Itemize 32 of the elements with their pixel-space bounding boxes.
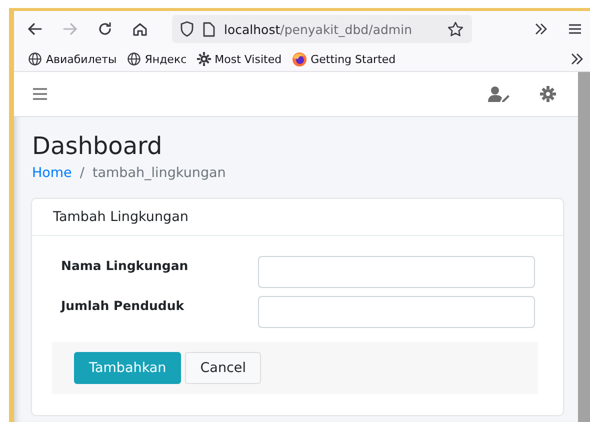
reload-icon[interactable] (96, 20, 114, 38)
field-label: Nama Lingkungan (60, 257, 190, 273)
page-icon (203, 22, 215, 36)
browser-logo-icon (292, 52, 307, 66)
double-chevron-icon[interactable] (570, 53, 584, 65)
breadcrumb-separator: / (80, 165, 84, 181)
star-icon[interactable] (447, 20, 464, 38)
breadcrumb-link[interactable]: Home (32, 165, 72, 181)
url-text[interactable]: localhost/penyakit_dbd/admin (224, 22, 412, 36)
cancel-button[interactable]: Cancel (185, 352, 261, 384)
back-arrow-icon[interactable] (26, 20, 44, 38)
input-field[interactable] (258, 256, 535, 288)
menu-icon[interactable] (32, 87, 48, 101)
page-title: Dashboard (32, 131, 164, 161)
settings-icon[interactable] (540, 86, 556, 102)
bookmark-item[interactable]: Getting Started (292, 52, 396, 66)
field-label: Jumlah Penduduk (59, 297, 186, 313)
input-field[interactable] (258, 296, 535, 328)
address-bar[interactable]: localhost/penyakit_dbd/admin (172, 15, 472, 43)
shield-icon (180, 21, 194, 37)
user-edit-icon[interactable] (488, 86, 510, 102)
bookmark-item[interactable]: Яндекс (126, 52, 187, 66)
double-chevron-icon[interactable] (534, 23, 548, 35)
breadcrumb-current: tambah_lingkungan (92, 165, 226, 181)
globe-icon (126, 52, 141, 66)
globe-icon (28, 52, 42, 66)
gear-icon (196, 52, 211, 66)
card-title: Tambah Lingkungan (32, 199, 563, 236)
bookmark-item[interactable]: Most Visited (196, 52, 282, 66)
scrollbar[interactable] (578, 72, 590, 422)
bookmark-item[interactable]: Авиабилеты (28, 52, 117, 66)
menu-icon[interactable] (568, 23, 582, 35)
